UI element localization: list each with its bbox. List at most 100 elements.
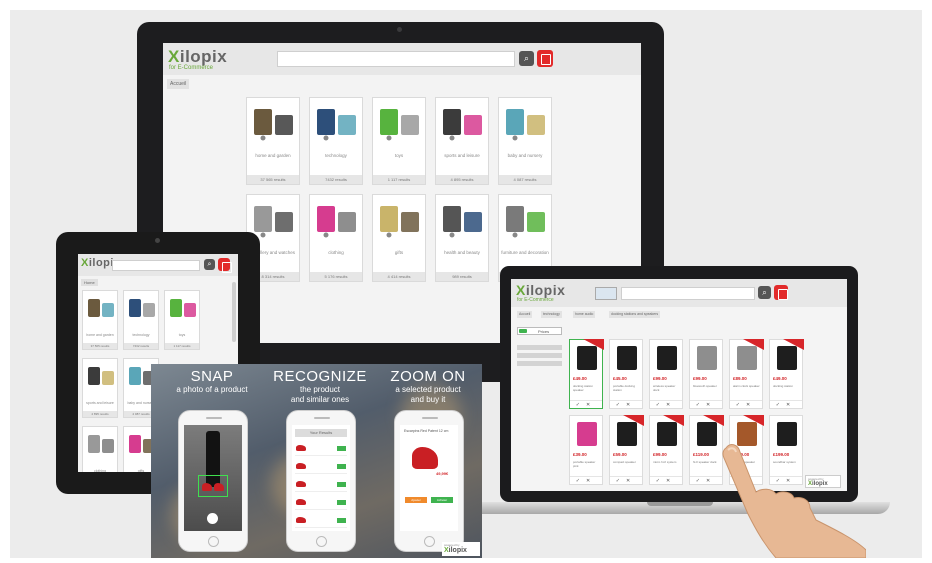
check-icon[interactable]: ✓ [616, 402, 626, 408]
home-button[interactable] [424, 536, 435, 547]
product-card[interactable]: £45.00 portable docking station ✓✕ [609, 339, 643, 409]
search-button[interactable]: ⌕ [758, 286, 771, 299]
xilopix-logo[interactable]: Xilopix [516, 282, 565, 298]
category-tile[interactable]: home and garden 37 565 results [82, 290, 118, 350]
furniture-icon [503, 200, 549, 240]
product-card[interactable]: £59.00 compact speaker ✓✕ [609, 415, 644, 485]
sidebar-filter-item[interactable] [517, 361, 562, 366]
close-icon[interactable]: ✕ [786, 402, 796, 408]
shopping-bag-button[interactable] [537, 50, 553, 67]
category-tile[interactable]: home and garden 37 565 results [246, 97, 300, 185]
check-icon[interactable]: ✓ [576, 402, 586, 408]
close-icon[interactable]: ✕ [666, 478, 676, 484]
close-icon[interactable]: ✕ [666, 402, 676, 408]
category-tile[interactable]: toys 1 117 results [372, 97, 426, 185]
home-button[interactable] [208, 536, 219, 547]
product-card[interactable]: £49.00 docking station ✓✕ [769, 339, 804, 409]
product-card[interactable]: £99.00 bluetooth speaker ✓✕ [689, 339, 723, 409]
shutter-button[interactable] [207, 513, 218, 524]
electronics-icon [314, 103, 360, 143]
sidebar-filter-item[interactable] [517, 353, 562, 358]
category-tile[interactable]: clothing5 176 results [309, 194, 363, 282]
check-icon[interactable]: ✓ [696, 402, 706, 408]
category-tile[interactable]: technology 7432 results [123, 290, 159, 350]
close-icon[interactable]: ✕ [586, 402, 596, 408]
check-icon[interactable]: ✓ [576, 478, 586, 484]
scrollbar[interactable] [232, 282, 236, 342]
filter-toggle[interactable] [519, 329, 527, 333]
check-icon[interactable]: ✓ [616, 478, 626, 484]
step-zoom: ZOOM ON a selected product and buy it [373, 368, 482, 405]
check-icon[interactable]: ✓ [776, 402, 786, 408]
product-actions: ✓✕ [730, 400, 762, 408]
query-image-thumbnail[interactable] [595, 287, 617, 300]
product-title: portable speaker pink [573, 460, 596, 468]
add-button[interactable] [337, 446, 346, 451]
price-filter[interactable]: Prices [517, 327, 562, 335]
product-title: alarm clock speaker [733, 384, 760, 388]
breadcrumb-item[interactable]: docking stations and speakers [609, 311, 661, 318]
product-card[interactable]: £49.00 docking station speaker ✓✕ [569, 339, 604, 409]
product-actions: ✓✕ [690, 400, 722, 408]
category-label: technology [325, 153, 347, 158]
result-item[interactable] [295, 441, 347, 456]
category-tile[interactable]: sports and leisure 4 895 results [82, 358, 118, 418]
buy-button[interactable]: Acheter [431, 497, 453, 503]
category-tile[interactable]: technology 7432 results [309, 97, 363, 185]
check-icon[interactable]: ✓ [736, 402, 746, 408]
breadcrumb[interactable]: Accueil [167, 79, 190, 89]
category-tile[interactable]: sports and leisure 4 895 results [435, 97, 489, 185]
breadcrumb-item[interactable]: Accueil [517, 311, 533, 318]
search-button[interactable]: ⌕ [204, 259, 215, 270]
product-price: £49.00 [573, 376, 587, 381]
result-item[interactable] [295, 477, 347, 492]
camera-view [184, 425, 242, 531]
product-card[interactable]: £39.00 portable speaker pink ✓✕ [569, 415, 603, 485]
product-card[interactable]: £99.00 micro hi-fi system ✓✕ [649, 415, 684, 485]
category-image [127, 295, 157, 323]
product-card[interactable]: £99.00 wireless speaker dock ✓✕ [649, 339, 683, 409]
breadcrumb[interactable]: Home [81, 279, 98, 286]
step-title: SNAP [190, 368, 234, 385]
search-input[interactable] [277, 51, 515, 67]
result-item[interactable] [295, 459, 347, 474]
result-item[interactable] [295, 495, 347, 510]
close-icon[interactable]: ✕ [746, 402, 756, 408]
category-count: 7432 results [310, 175, 362, 184]
search-input[interactable] [112, 260, 200, 271]
category-tile[interactable]: gifts 4 414 results [372, 194, 426, 282]
check-icon[interactable]: ✓ [656, 402, 666, 408]
speaker-image [617, 346, 637, 370]
search-button[interactable]: ⌕ [519, 51, 534, 66]
add-button[interactable] [337, 500, 346, 505]
check-icon[interactable]: ✓ [696, 478, 706, 484]
category-tile[interactable]: clothing5 176 results [82, 426, 118, 472]
close-icon[interactable]: ✕ [626, 402, 636, 408]
result-item[interactable] [295, 513, 347, 528]
add-button[interactable] [337, 464, 346, 469]
shopping-bag-button[interactable] [218, 258, 232, 273]
product-actions: ✓✕ [650, 400, 682, 408]
category-tile[interactable]: toys 1 117 results [164, 290, 200, 350]
category-tile[interactable]: health and beauty 989 results [435, 194, 489, 282]
add-button[interactable] [337, 518, 346, 523]
shopping-bag-button[interactable] [774, 285, 788, 300]
close-icon[interactable]: ✕ [706, 478, 716, 484]
close-icon[interactable]: ✕ [626, 478, 636, 484]
home-button[interactable] [316, 536, 327, 547]
sidebar-filter-item[interactable] [517, 345, 562, 350]
add-button[interactable] [337, 482, 346, 487]
focus-frame [198, 475, 228, 497]
red-shoe-icon [296, 499, 306, 505]
product-card[interactable]: £89.00 alarm clock speaker ✓✕ [729, 339, 764, 409]
breadcrumb-item[interactable]: home audio [573, 311, 596, 318]
check-icon[interactable]: ✓ [656, 478, 666, 484]
close-icon[interactable]: ✕ [586, 478, 596, 484]
close-icon[interactable]: ✕ [706, 402, 716, 408]
category-tile[interactable]: baby and nursery 4 087 results [498, 97, 552, 185]
breadcrumb-item[interactable]: technology [541, 311, 562, 318]
search-input[interactable] [621, 287, 755, 300]
add-to-cart-button[interactable]: Ajouter [405, 497, 427, 503]
product-price: £39.00 [573, 452, 587, 457]
xilopix-logo[interactable]: Xilopix [168, 47, 227, 67]
